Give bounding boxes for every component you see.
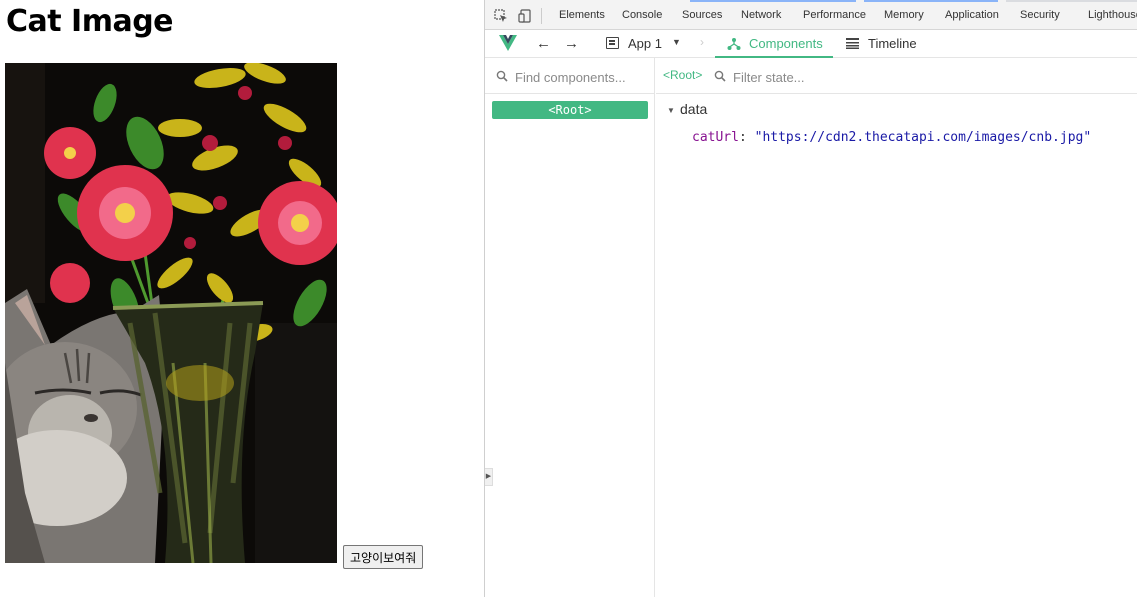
app-window-icon bbox=[606, 37, 619, 49]
tab-memory[interactable]: Memory bbox=[884, 9, 924, 21]
tab-performance[interactable]: Performance bbox=[803, 9, 866, 21]
show-cat-button[interactable]: 고양이보여줘 bbox=[343, 545, 424, 569]
chevron-right-icon: › bbox=[700, 35, 704, 49]
tab-components[interactable]: Components bbox=[715, 30, 833, 58]
tab-indicator bbox=[690, 0, 856, 2]
state-key: catUrl bbox=[692, 130, 739, 145]
chevron-down-icon[interactable]: ▼ bbox=[672, 37, 681, 47]
tab-network[interactable]: Network bbox=[741, 9, 781, 21]
pane-collapse-toggle[interactable]: ▶ bbox=[485, 468, 493, 486]
search-icon bbox=[714, 70, 726, 82]
tab-indicator bbox=[864, 0, 998, 2]
back-arrow-icon[interactable]: ← bbox=[536, 35, 551, 52]
inspect-icon[interactable] bbox=[494, 9, 508, 23]
page-title: Cat Image bbox=[6, 4, 174, 39]
vue-logo-icon bbox=[499, 35, 517, 51]
tab-lighthouse[interactable]: Lighthouse bbox=[1088, 9, 1137, 21]
divider bbox=[485, 93, 655, 94]
vue-devtools-toolbar: ← → App 1 ▼ › Components Timeline bbox=[485, 30, 1137, 58]
state-colon: : bbox=[738, 130, 755, 145]
device-toggle-icon[interactable] bbox=[518, 9, 532, 23]
cat-image bbox=[5, 63, 337, 563]
filter-state-input[interactable] bbox=[733, 68, 933, 86]
timeline-icon bbox=[846, 38, 859, 49]
tab-sources[interactable]: Sources bbox=[682, 9, 722, 21]
data-section-header[interactable]: data bbox=[680, 101, 707, 117]
selected-component-breadcrumb[interactable]: <Root> bbox=[663, 68, 702, 82]
tab-timeline[interactable]: Timeline bbox=[868, 36, 917, 51]
devtools-tabbar: Elements Console Sources Network Perform… bbox=[485, 0, 1137, 30]
search-icon bbox=[496, 70, 508, 82]
divider bbox=[656, 93, 1137, 94]
tab-components-label: Components bbox=[749, 36, 823, 51]
components-tree-icon bbox=[727, 38, 741, 50]
tab-security[interactable]: Security bbox=[1020, 9, 1060, 21]
tab-application[interactable]: Application bbox=[945, 9, 999, 21]
toolbar-divider bbox=[541, 8, 542, 24]
forward-arrow-icon[interactable]: → bbox=[564, 35, 579, 52]
tree-node-root[interactable]: <Root> bbox=[492, 101, 648, 119]
web-page: Cat Image 고양이보여줘 bbox=[0, 0, 484, 597]
state-inspector-pane: <Root> ▼ data catUrl: "https://cdn2.thec… bbox=[656, 58, 1137, 597]
tab-indicator bbox=[1006, 0, 1137, 2]
state-value: "https://cdn2.thecatapi.com/images/cnb.j… bbox=[754, 130, 1092, 145]
tab-elements[interactable]: Elements bbox=[559, 9, 605, 21]
state-row-caturl[interactable]: catUrl: "https://cdn2.thecatapi.com/imag… bbox=[692, 130, 1091, 145]
tab-console[interactable]: Console bbox=[622, 9, 662, 21]
app-selector[interactable]: App 1 bbox=[628, 36, 662, 51]
component-tree-pane: <Root> ▶ bbox=[485, 58, 655, 597]
caret-down-icon[interactable]: ▼ bbox=[667, 106, 675, 115]
devtools-panel: Elements Console Sources Network Perform… bbox=[484, 0, 1137, 597]
find-components-input[interactable] bbox=[515, 68, 645, 86]
